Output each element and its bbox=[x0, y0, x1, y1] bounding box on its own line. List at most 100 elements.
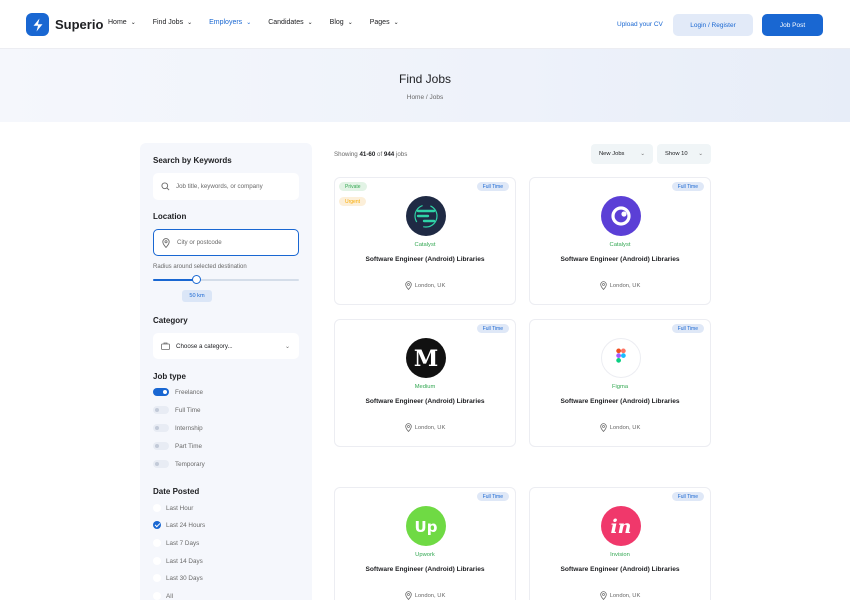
job-title[interactable]: Software Engineer (Android) Libraries bbox=[550, 565, 690, 575]
toggle-switch[interactable] bbox=[153, 388, 169, 396]
radio-button[interactable] bbox=[153, 539, 161, 547]
sort-select[interactable]: New Jobs ⌄ bbox=[591, 144, 653, 164]
job-location-text: London, UK bbox=[609, 424, 641, 431]
radius-slider-fill bbox=[153, 279, 197, 281]
company-name[interactable]: Upwork bbox=[335, 552, 515, 558]
nav-home[interactable]: Home ⌄ bbox=[108, 19, 136, 26]
job-type-part-time[interactable]: Part Time bbox=[153, 442, 202, 450]
toggle-switch[interactable] bbox=[153, 406, 169, 414]
superio-logo-icon bbox=[26, 13, 49, 36]
job-title[interactable]: Software Engineer (Android) Libraries bbox=[550, 255, 690, 265]
job-card[interactable]: Private Urgent Full Time Catalyst Softwa… bbox=[334, 177, 516, 305]
company-name[interactable]: Catalyst bbox=[335, 242, 515, 248]
date-last-14-days[interactable]: Last 14 Days bbox=[153, 557, 203, 565]
job-type-label: Freelance bbox=[175, 388, 204, 396]
map-pin-icon bbox=[599, 423, 607, 432]
job-card[interactable]: Full Time Catalyst Software Engineer (An… bbox=[529, 177, 711, 305]
radio-button[interactable] bbox=[153, 557, 161, 565]
nav-find-jobs[interactable]: Find Jobs ⌄ bbox=[153, 19, 192, 26]
chevron-down-icon: ⌄ bbox=[284, 343, 290, 350]
keyword-search-input[interactable]: Job title, keywords, or company bbox=[153, 173, 299, 200]
svg-text:in: in bbox=[610, 516, 631, 538]
company-name[interactable]: Catalyst bbox=[530, 242, 710, 248]
job-type-full-time[interactable]: Full Time bbox=[153, 406, 201, 414]
nav-home-label: Home bbox=[108, 19, 127, 26]
chevron-down-icon: ⌄ bbox=[187, 20, 193, 26]
job-card[interactable]: Full Time in Invision Software Engineer … bbox=[529, 487, 711, 600]
briefcase-icon bbox=[161, 342, 171, 350]
date-option-label: Last 7 Days bbox=[166, 539, 200, 547]
job-card[interactable]: Full Time M Medium Software Engineer (An… bbox=[334, 319, 516, 447]
svg-text:Up: Up bbox=[415, 518, 438, 536]
map-pin-icon bbox=[404, 591, 412, 600]
location-input[interactable]: City or postcode bbox=[153, 229, 299, 256]
job-card[interactable]: Full Time Up Upwork Software Engineer (A… bbox=[334, 487, 516, 600]
nav-employers[interactable]: Employers ⌄ bbox=[209, 19, 251, 26]
toggle-knob bbox=[155, 444, 159, 448]
job-type-internship[interactable]: Internship bbox=[153, 424, 203, 432]
date-last-30-days[interactable]: Last 30 Days bbox=[153, 574, 203, 582]
login-register-button[interactable]: Login / Register bbox=[673, 14, 753, 36]
toggle-switch[interactable] bbox=[153, 424, 169, 432]
toggle-switch[interactable] bbox=[153, 442, 169, 450]
map-pin-icon bbox=[162, 237, 172, 248]
page-banner: Find Jobs Home / Jobs bbox=[0, 49, 850, 122]
job-location: London, UK bbox=[530, 281, 710, 290]
job-type-freelance[interactable]: Freelance bbox=[153, 388, 203, 396]
date-all[interactable]: All bbox=[153, 592, 173, 600]
search-icon bbox=[161, 182, 171, 191]
figma-logo-icon bbox=[601, 338, 641, 378]
job-location: London, UK bbox=[335, 281, 515, 290]
company-name[interactable]: Medium bbox=[335, 384, 515, 390]
nav-blog[interactable]: Blog ⌄ bbox=[330, 19, 353, 26]
showing-suffix: jobs bbox=[394, 151, 408, 158]
job-card[interactable]: Full Time Figma Software Engineer (Andro… bbox=[529, 319, 711, 447]
per-page-select[interactable]: Show 10 ⌄ bbox=[657, 144, 711, 164]
brand-logo[interactable]: Superio bbox=[26, 13, 103, 36]
date-last-24-hours[interactable]: Last 24 Hours bbox=[153, 521, 205, 529]
upload-cv-link[interactable]: Upload your CV bbox=[617, 21, 663, 28]
date-option-label: Last 24 Hours bbox=[166, 521, 206, 529]
keyword-search-placeholder: Job title, keywords, or company bbox=[176, 183, 263, 190]
map-pin-icon bbox=[404, 281, 412, 290]
filter-sidebar: Search by Keywords Job title, keywords, … bbox=[140, 143, 312, 600]
date-option-label: Last 30 Days bbox=[166, 574, 203, 582]
showing-total: 944 bbox=[383, 151, 395, 158]
radius-slider[interactable] bbox=[153, 275, 299, 284]
showing-mid: of bbox=[375, 151, 384, 158]
job-type-label: Full Time bbox=[175, 406, 201, 414]
job-post-button[interactable]: Job Post bbox=[762, 14, 823, 36]
radio-button-checked[interactable] bbox=[153, 521, 161, 529]
date-option-label: Last Hour bbox=[166, 504, 194, 512]
job-title[interactable]: Software Engineer (Android) Libraries bbox=[355, 397, 495, 407]
toggle-knob bbox=[155, 426, 159, 430]
catalyst-purple-logo-icon bbox=[601, 196, 641, 236]
nav-pages[interactable]: Pages ⌄ bbox=[370, 19, 399, 26]
job-location: London, UK bbox=[335, 591, 515, 600]
date-last-hour[interactable]: Last Hour bbox=[153, 504, 193, 512]
nav-employers-label: Employers bbox=[209, 19, 243, 26]
nav-pages-label: Pages bbox=[369, 19, 390, 26]
radio-button[interactable] bbox=[153, 574, 161, 582]
date-last-7-days[interactable]: Last 7 Days bbox=[153, 539, 199, 547]
radio-button[interactable] bbox=[153, 592, 161, 600]
map-pin-icon bbox=[599, 591, 607, 600]
radius-slider-handle[interactable] bbox=[192, 275, 202, 284]
job-title[interactable]: Software Engineer (Android) Libraries bbox=[355, 255, 495, 265]
nav-candidates[interactable]: Candidates ⌄ bbox=[268, 19, 312, 26]
job-type-temporary[interactable]: Temporary bbox=[153, 460, 205, 468]
job-type-label: Part Time bbox=[175, 442, 202, 450]
showing-range: 41-60 bbox=[359, 151, 376, 158]
toggle-switch[interactable] bbox=[153, 460, 169, 468]
company-name[interactable]: Figma bbox=[530, 384, 710, 390]
radius-value-badge: 50 km bbox=[182, 290, 212, 302]
chevron-down-icon: ⌄ bbox=[347, 20, 353, 26]
radio-button[interactable] bbox=[153, 504, 161, 512]
job-title[interactable]: Software Engineer (Android) Libraries bbox=[550, 397, 690, 407]
nav-blog-label: Blog bbox=[329, 19, 344, 26]
nav-find-jobs-label: Find Jobs bbox=[152, 19, 184, 26]
job-title[interactable]: Software Engineer (Android) Libraries bbox=[355, 565, 495, 575]
category-select[interactable]: Choose a category... ⌄ bbox=[153, 333, 299, 359]
company-name[interactable]: Invision bbox=[530, 552, 710, 558]
job-location-text: London, UK bbox=[609, 592, 641, 599]
